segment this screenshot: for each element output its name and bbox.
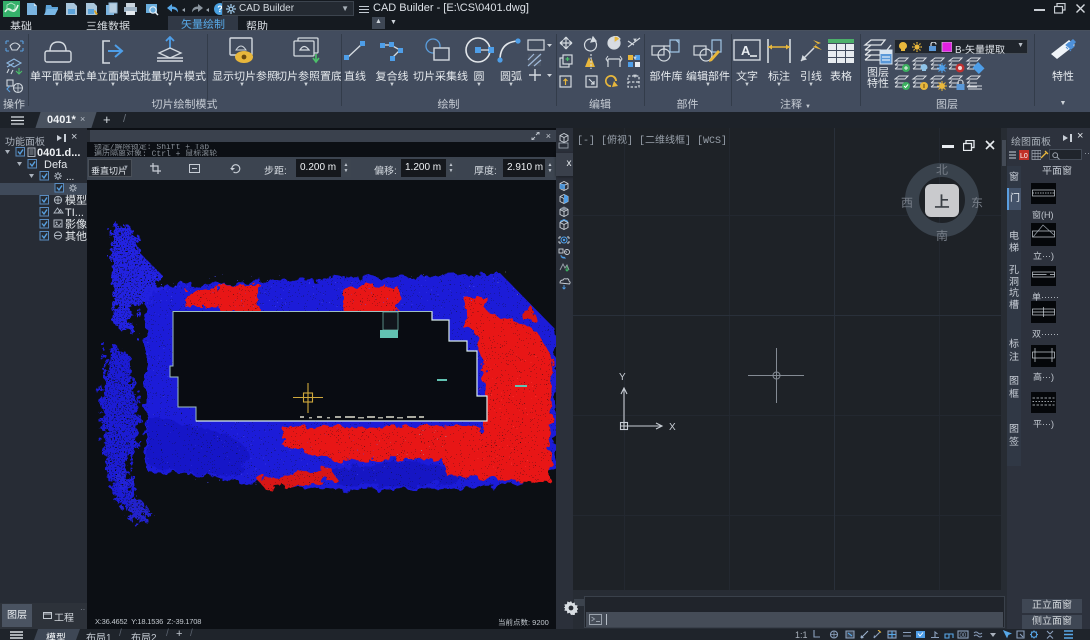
svg-text:...: ... (66, 172, 74, 183)
svg-text:Y: Y (619, 372, 626, 383)
svg-text:Defa: Defa (44, 159, 68, 171)
svg-text:00: 00 (960, 633, 967, 639)
svg-text:0401.d...: 0401.d... (37, 147, 80, 159)
svg-text:西: 西 (901, 194, 913, 211)
svg-text:A: A (741, 43, 751, 58)
svg-text:上: 上 (934, 191, 949, 212)
svg-text:TI...: TI... (65, 207, 84, 219)
svg-text:南: 南 (936, 227, 948, 244)
svg-text:模型: 模型 (65, 194, 87, 207)
svg-text:X: X (669, 422, 676, 433)
svg-text:L0: L0 (1020, 153, 1028, 160)
svg-text:其他: 其他 (65, 230, 87, 243)
svg-text:东: 东 (971, 194, 983, 211)
svg-text:影像: 影像 (65, 218, 87, 231)
svg-text:北: 北 (936, 161, 948, 178)
